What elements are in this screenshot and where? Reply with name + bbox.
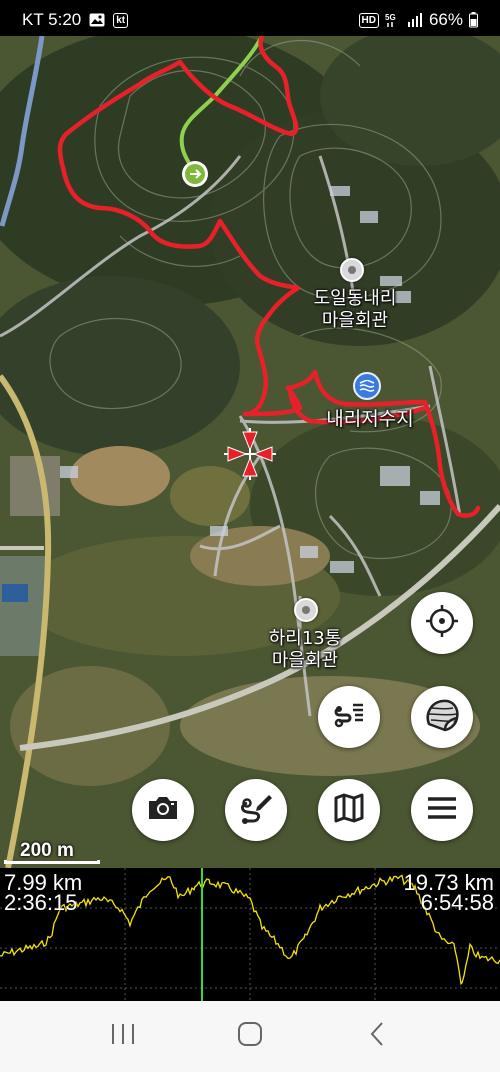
- scale-line: [4, 860, 100, 864]
- signal-icon: [407, 12, 423, 28]
- camera-button[interactable]: [132, 779, 194, 841]
- kt-app-icon: kt: [113, 12, 129, 28]
- poi-label-line: 마을회관: [321, 310, 389, 331]
- 5g-icon: 5G: [385, 12, 401, 28]
- draw-route-button[interactable]: [225, 779, 287, 841]
- battery-icon: [469, 12, 478, 28]
- back-icon: [369, 1021, 385, 1052]
- draw-route-icon: [237, 789, 275, 832]
- map-button[interactable]: [318, 779, 380, 841]
- start-marker: [182, 161, 208, 187]
- reservoir-label: 내리저수지: [326, 408, 414, 430]
- reservoir-marker[interactable]: [353, 372, 381, 400]
- route-list-icon: [331, 697, 367, 738]
- map-view[interactable]: 도일동내리 마을회관 내리저수지 하리13통 마을회관 200 m: [0, 36, 500, 868]
- poi-label-line: 마을회관: [271, 650, 339, 671]
- svg-text:5G: 5G: [385, 13, 396, 22]
- current-time: 2:36:15: [4, 890, 78, 915]
- map-layers-icon: [423, 696, 461, 739]
- scale-label: 200 m: [20, 840, 74, 861]
- map-layers-button[interactable]: [411, 686, 473, 748]
- carrier-time: KT 5:20: [22, 10, 82, 29]
- poi-label-line: 하리13통: [268, 628, 342, 649]
- poi-label-village-hall-2: 하리13통 마을회관: [240, 628, 370, 672]
- menu-icon: [425, 791, 459, 830]
- crosshair-icon: [424, 603, 460, 644]
- menu-button[interactable]: [411, 779, 473, 841]
- back-button[interactable]: [347, 1012, 407, 1062]
- total-time: 6:54:58: [420, 890, 494, 915]
- camera-icon: [145, 790, 181, 831]
- status-bar: KT 5:20 kt HD 5G 66%: [0, 0, 500, 40]
- elevation-profile[interactable]: 7.99 km 2:36:15 19.73 km 6:54:58: [0, 868, 500, 1001]
- recent-apps-button[interactable]: [93, 1012, 153, 1062]
- gallery-icon: [89, 13, 105, 27]
- battery-text: 66%: [428, 10, 463, 29]
- hd-icon: HD: [358, 12, 379, 28]
- route-list-button[interactable]: [318, 686, 380, 748]
- poi-label-line: 도일동내리: [313, 288, 397, 309]
- home-icon: [237, 1021, 263, 1052]
- map-icon: [331, 790, 367, 831]
- home-button[interactable]: [220, 1012, 280, 1062]
- system-navbar: [0, 1001, 500, 1072]
- locate-button[interactable]: [411, 592, 473, 654]
- recent-apps-icon: [110, 1022, 136, 1051]
- village-hall-marker-2[interactable]: [294, 598, 318, 622]
- poi-label-village-hall-1: 도일동내리 마을회관: [290, 288, 420, 332]
- village-hall-marker-1[interactable]: [340, 258, 364, 282]
- scale-bar: 200 m: [4, 840, 100, 864]
